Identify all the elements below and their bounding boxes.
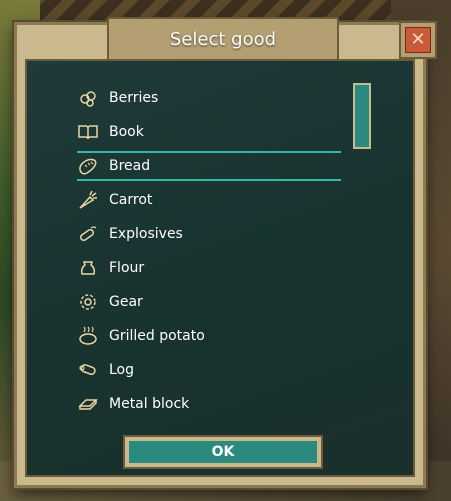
good-item-label: Book bbox=[109, 124, 144, 140]
good-item-explosives[interactable]: Explosives bbox=[77, 217, 347, 251]
good-item-label: Flour bbox=[109, 260, 145, 276]
good-item-grilled-potato[interactable]: Grilled potato bbox=[77, 319, 347, 353]
good-item-berries[interactable]: Berries bbox=[77, 81, 347, 115]
good-item-carrot[interactable]: Carrot bbox=[77, 183, 347, 217]
ok-button[interactable]: OK bbox=[123, 435, 323, 469]
good-item-label: Gear bbox=[109, 294, 143, 310]
good-item-label: Explosives bbox=[109, 226, 183, 242]
good-item-label: Carrot bbox=[109, 192, 153, 208]
good-item-gear[interactable]: Gear bbox=[77, 285, 347, 319]
dialog-title: Select good bbox=[169, 28, 277, 50]
good-item-metal-block[interactable]: Metal block bbox=[77, 387, 347, 421]
good-item-label: Log bbox=[109, 362, 135, 378]
metal-block-icon bbox=[77, 393, 99, 415]
carrot-icon bbox=[77, 189, 99, 211]
ok-button-label: OK bbox=[129, 441, 317, 463]
good-item-flour[interactable]: Flour bbox=[77, 251, 347, 285]
good-item-label: Metal block bbox=[109, 396, 190, 412]
good-item-label: Berries bbox=[109, 90, 159, 106]
good-item-label: Grilled potato bbox=[109, 328, 205, 344]
scrollbar-thumb[interactable] bbox=[353, 83, 371, 149]
gear-icon bbox=[77, 291, 99, 313]
goods-list: Berries Book Bread Carrot Explosives Flour Gea… bbox=[77, 81, 347, 421]
good-item-book[interactable]: Book bbox=[77, 115, 347, 149]
flour-icon bbox=[77, 257, 99, 279]
good-item-label: Bread bbox=[109, 158, 151, 174]
close-icon: ✕ bbox=[405, 27, 431, 53]
good-item-log[interactable]: Log bbox=[77, 353, 347, 387]
select-good-dialog: Select good ✕ Berries Book Bread Carrot Expl… bbox=[14, 17, 437, 488]
book-icon bbox=[77, 121, 99, 143]
bread-icon bbox=[77, 155, 99, 177]
log-icon bbox=[77, 359, 99, 381]
close-button[interactable]: ✕ bbox=[399, 21, 437, 59]
title-plank: Select good bbox=[107, 17, 339, 61]
berries-icon bbox=[77, 87, 99, 109]
grilled-potato-icon bbox=[77, 325, 99, 347]
good-item-bread[interactable]: Bread bbox=[77, 149, 347, 183]
explosives-icon bbox=[77, 223, 99, 245]
